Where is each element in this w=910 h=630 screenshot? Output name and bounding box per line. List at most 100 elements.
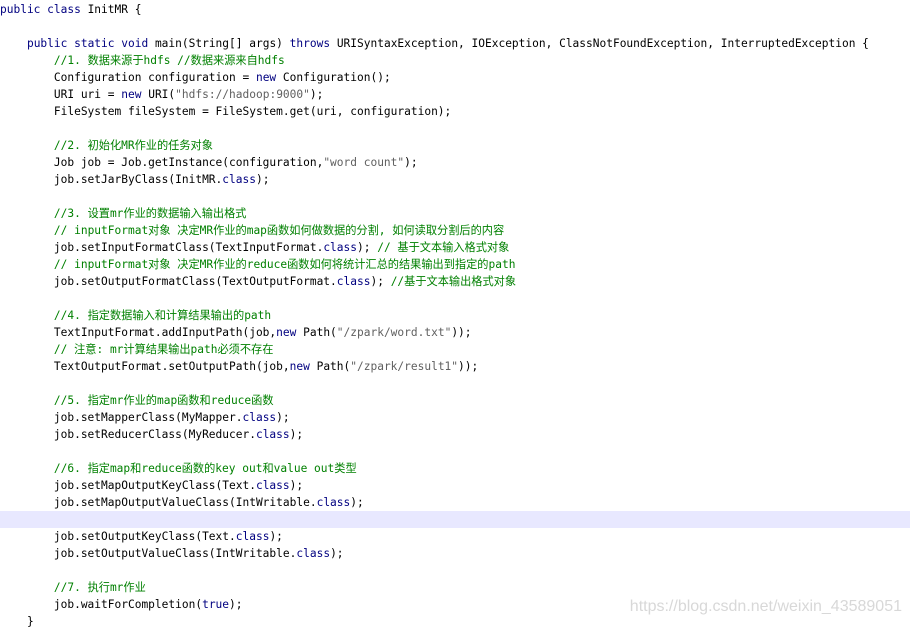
code-token: main(String[] args) [154, 36, 290, 50]
code-token: ); [229, 597, 243, 611]
code-line[interactable]: public static void main(String[] args) t… [0, 35, 910, 52]
code-line[interactable]: // inputFormat对象 决定MR作业的reduce函数如何将统计汇总的… [0, 256, 910, 273]
comment-token: // 基于文本输入格式对象 [377, 240, 510, 254]
code-token: ); [350, 495, 364, 509]
comment-token: //基于文本输出格式对象 [390, 274, 517, 288]
code-line[interactable] [0, 120, 910, 137]
code-token: ); [276, 410, 290, 424]
code-token: job.setJarByClass(InitMR. [0, 172, 223, 186]
string-token: "word count" [323, 155, 405, 169]
code-token: ); [357, 240, 378, 254]
code-token: job.setOutputValueClass(IntWritable. [0, 546, 297, 560]
code-line[interactable]: FileSystem fileSystem = FileSystem.get(u… [0, 103, 910, 120]
code-token: ); [255, 172, 270, 186]
code-token: ); [370, 274, 391, 288]
keyword-token: class [255, 478, 290, 492]
keyword-token: class [296, 546, 331, 560]
comment-token: // inputFormat对象 决定MR作业的reduce函数如何将统计汇总的… [53, 257, 516, 271]
code-token: ); [330, 546, 344, 560]
code-line[interactable]: job.setJarByClass(InitMR.class); [0, 171, 910, 188]
keyword-token: class [336, 274, 371, 288]
code-token: job.setOutputKeyClass(Text. [0, 529, 236, 543]
code-line[interactable]: // inputFormat对象 决定MR作业的map函数如何做数据的分割, 如… [0, 222, 910, 239]
code-line[interactable]: //1. 数据来源于hdfs //数据来源来自hdfs [0, 52, 910, 69]
string-token: "/zpark/word.txt" [336, 325, 452, 339]
code-line[interactable]: job.setMapOutputKeyClass(Text.class); [0, 477, 910, 494]
code-line[interactable]: TextInputFormat.addInputPath(job,new Pat… [0, 324, 910, 341]
code-line[interactable]: job.setMapperClass(MyMapper.class); [0, 409, 910, 426]
code-token: job.setInputFormatClass(TextInputFormat. [0, 240, 324, 254]
keyword-token: class [255, 427, 290, 441]
code-token: Job job = Job.getInstance(configuration, [0, 155, 324, 169]
code-token: URI uri = [0, 87, 122, 101]
code-line[interactable] [0, 188, 910, 205]
code-line[interactable] [0, 443, 910, 460]
code-line[interactable]: //5. 指定mr作业的map函数和reduce函数 [0, 392, 910, 409]
current-code-line[interactable] [0, 510, 910, 528]
code-line[interactable]: //6. 指定map和reduce函数的key out和value out类型 [0, 460, 910, 477]
code-line[interactable]: // 注意: mr计算结果输出path必须不存在 [0, 341, 910, 358]
keyword-token: new [289, 359, 317, 373]
code-line[interactable]: //4. 指定数据输入和计算结果输出的path [0, 307, 910, 324]
code-editor[interactable]: public class InitMR { public static void… [0, 0, 910, 628]
code-line[interactable]: job.setOutputValueClass(IntWritable.clas… [0, 545, 910, 562]
code-line[interactable]: TextOutputFormat.setOutputPath(job,new P… [0, 358, 910, 375]
code-token: job.setReducerClass(MyReducer. [0, 427, 256, 441]
code-line[interactable]: job.setInputFormatClass(TextInputFormat.… [0, 239, 910, 256]
code-line[interactable]: Job job = Job.getInstance(configuration,… [0, 154, 910, 171]
keyword-token: public class [0, 2, 88, 16]
comment-token: // inputFormat对象 决定MR作业的map函数如何做数据的分割, 如… [53, 223, 505, 237]
code-line[interactable]: //3. 设置mr作业的数据输入输出格式 [0, 205, 910, 222]
code-line[interactable] [0, 290, 910, 307]
comment-token: //5. 指定mr作业的map函数和reduce函数 [53, 393, 274, 407]
code-token: FileSystem fileSystem = FileSystem.get(u… [0, 104, 452, 118]
code-token: Configuration(); [282, 70, 391, 84]
keyword-token: new [276, 325, 304, 339]
code-token: Path( [303, 325, 337, 339]
code-token: TextInputFormat.addInputPath(job, [0, 325, 277, 339]
code-line[interactable] [0, 375, 910, 392]
keyword-token: throws [289, 36, 337, 50]
code-line[interactable]: job.setOutputFormatClass(TextOutputForma… [0, 273, 910, 290]
string-token: "/zpark/result1" [350, 359, 459, 373]
code-line[interactable]: //2. 初始化MR作业的任务对象 [0, 137, 910, 154]
code-token: ); [269, 529, 283, 543]
string-token: "hdfs://hadoop:9000" [175, 87, 310, 101]
code-line[interactable]: job.setMapOutputValueClass(IntWritable.c… [0, 494, 910, 511]
code-token: InitMR { [87, 2, 142, 16]
keyword-token: class [222, 172, 256, 186]
code-token: ); [289, 478, 304, 492]
code-token: job.waitForCompletion( [0, 597, 203, 611]
code-line[interactable] [0, 562, 910, 579]
code-line[interactable]: job.setOutputKeyClass(Text.class); [0, 528, 910, 545]
code-line[interactable]: URI uri = new URI("hdfs://hadoop:9000"); [0, 86, 910, 103]
keyword-token: class [235, 529, 270, 543]
code-token: job.setOutputFormatClass(TextOutputForma… [0, 274, 337, 288]
code-token: Configuration configuration = [0, 70, 256, 84]
code-line[interactable]: job.setReducerClass(MyReducer.class); [0, 426, 910, 443]
code-token: )); [458, 359, 479, 373]
comment-token: //3. 设置mr作业的数据输入输出格式 [53, 206, 247, 220]
code-line[interactable]: Configuration configuration = new Config… [0, 69, 910, 86]
comment-token: //4. 指定数据输入和计算结果输出的path [53, 308, 272, 322]
code-token: URI( [148, 87, 176, 101]
code-line[interactable]: //7. 执行mr作业 [0, 579, 910, 596]
comment-token: //6. 指定map和reduce函数的key out和value out类型 [53, 461, 357, 475]
code-token: ); [404, 155, 418, 169]
code-token: URISyntaxException, IOException, ClassNo… [336, 36, 869, 50]
code-token: Path( [316, 359, 351, 373]
keyword-token: new [255, 70, 283, 84]
code-token: ); [309, 87, 324, 101]
code-line[interactable]: public class InitMR { [0, 1, 910, 18]
code-token: job.setMapOutputValueClass(IntWritable. [0, 495, 317, 509]
comment-token: //7. 执行mr作业 [53, 580, 146, 594]
code-token: ); [289, 427, 304, 441]
code-line[interactable] [0, 18, 910, 35]
